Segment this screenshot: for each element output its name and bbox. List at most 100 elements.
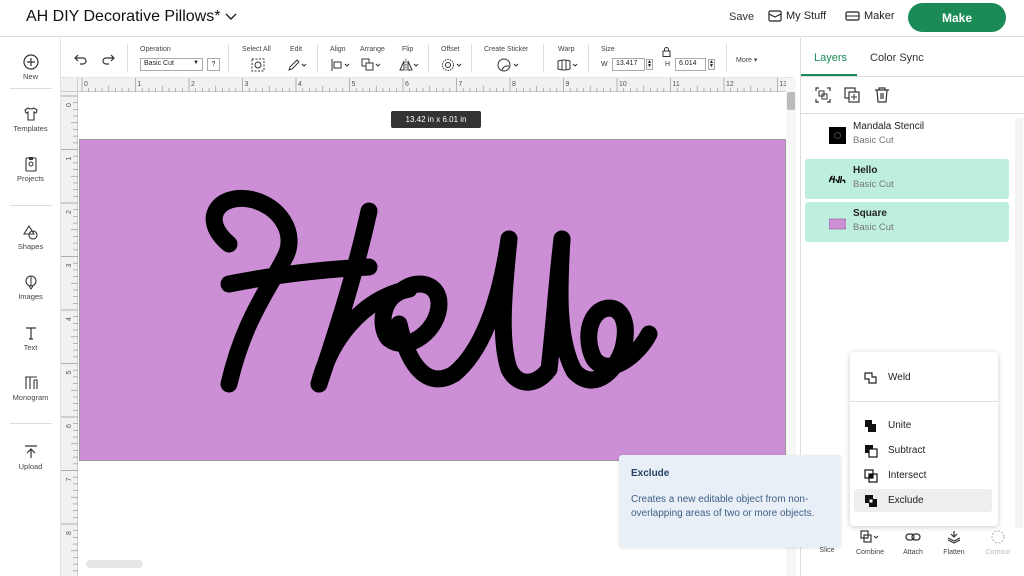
- scrollbar-thumb[interactable]: [787, 92, 795, 110]
- ruler-number: 8: [66, 531, 73, 535]
- canvas-horizontal-scrollbar[interactable]: [86, 560, 143, 568]
- my-stuff-button[interactable]: My Stuff: [768, 10, 826, 22]
- offset-icon[interactable]: [441, 58, 463, 72]
- text-button[interactable]: Text: [0, 325, 61, 352]
- contour-button[interactable]: Contour: [978, 530, 1018, 556]
- upload-button[interactable]: Upload: [0, 444, 61, 471]
- menu-item-unite[interactable]: Unite: [854, 414, 992, 437]
- undo-icon[interactable]: [74, 53, 88, 65]
- ruler-number: 11: [673, 81, 680, 88]
- layer-row-square[interactable]: Square Basic Cut: [805, 202, 1009, 242]
- layers-divider: [801, 113, 1024, 114]
- size-tooltip: 13.42 in x 6.01 in: [391, 111, 481, 128]
- ruler-number: 10: [619, 81, 627, 88]
- combine-dropdown-menu: Weld Unite Subtract Intersect Exclude: [850, 352, 998, 526]
- align-label: Align: [330, 46, 346, 53]
- maker-button[interactable]: Maker: [845, 10, 895, 22]
- redo-icon[interactable]: [101, 53, 115, 65]
- ruler-number: 1: [138, 81, 142, 88]
- monogram-button[interactable]: Monogram: [0, 375, 61, 402]
- warp-label: Warp: [558, 46, 575, 53]
- slice-button[interactable]: Slice: [807, 530, 847, 554]
- ruler-number: 7: [459, 81, 463, 88]
- toolbar-divider: [726, 44, 727, 72]
- menu-item-exclude[interactable]: Exclude: [854, 489, 992, 512]
- images-button[interactable]: Images: [0, 274, 61, 301]
- help-button[interactable]: ?: [207, 58, 220, 71]
- combine-button[interactable]: Combine: [850, 530, 890, 556]
- subtract-label: Subtract: [888, 445, 926, 456]
- operation-select[interactable]: Basic Cut ▼: [140, 58, 203, 71]
- width-input[interactable]: 13.417: [612, 58, 645, 71]
- edit-toolbar: Operation Basic Cut ▼ ? Select All Edit …: [61, 38, 794, 78]
- menu-item-subtract[interactable]: Subtract: [854, 439, 992, 462]
- tab-color-sync[interactable]: Color Sync: [870, 52, 924, 64]
- menu-item-intersect[interactable]: Intersect: [854, 464, 992, 487]
- width-stepper[interactable]: ▲ ▼: [646, 59, 653, 70]
- ruler-number: 2: [66, 210, 73, 214]
- trash-icon[interactable]: [873, 86, 891, 104]
- ruler-number: 9: [566, 81, 570, 88]
- sticker-icon[interactable]: [497, 58, 521, 72]
- align-icon[interactable]: [330, 58, 350, 72]
- layer-row-hello[interactable]: Hello Basic Cut: [805, 159, 1009, 199]
- folder-icon: [768, 10, 782, 22]
- exclude-icon: [865, 495, 877, 507]
- operation-label: Operation: [140, 46, 171, 53]
- slice-label: Slice: [819, 547, 835, 554]
- templates-button[interactable]: Templates: [0, 106, 61, 133]
- layer-name: Hello: [853, 165, 878, 176]
- ruler-number: 7: [66, 478, 73, 482]
- tooltip-description: Creates a new editable object from non-o…: [631, 494, 815, 519]
- tabs-divider: [801, 76, 1024, 77]
- attach-icon: [905, 533, 921, 541]
- shapes-button[interactable]: Shapes: [0, 224, 61, 251]
- rail-divider: [10, 88, 52, 89]
- projects-button[interactable]: Projects: [0, 156, 61, 183]
- rail-divider: [10, 205, 52, 206]
- edit-pen-icon[interactable]: [287, 58, 307, 72]
- machine-icon: [845, 11, 860, 21]
- weld-icon: [864, 372, 877, 384]
- ruler-number: 5: [66, 371, 73, 375]
- select-all-icon[interactable]: [251, 58, 265, 72]
- clipboard-icon: [24, 157, 37, 172]
- more-button[interactable]: More ▾: [736, 56, 757, 64]
- tab-layers[interactable]: Layers: [814, 52, 847, 64]
- ruler-number: 5: [352, 81, 356, 88]
- height-input[interactable]: 6.014: [675, 58, 706, 71]
- mandala-thumbnail-icon: [829, 127, 846, 144]
- height-stepper[interactable]: ▲ ▼: [708, 59, 715, 70]
- upload-icon: [24, 445, 37, 458]
- project-title[interactable]: AH DIY Decorative Pillows*: [26, 8, 220, 26]
- toolbar-divider: [228, 44, 229, 72]
- combine-label: Combine: [855, 549, 884, 556]
- duplicate-icon[interactable]: [843, 86, 861, 104]
- operation-value: Basic Cut: [144, 60, 174, 67]
- flip-icon[interactable]: [399, 58, 419, 72]
- attach-button[interactable]: Attach: [893, 530, 933, 556]
- layers-scrollbar[interactable]: [1015, 118, 1023, 528]
- new-button[interactable]: New: [0, 54, 61, 81]
- ruler-number: 4: [298, 81, 302, 88]
- group-icon[interactable]: [814, 86, 832, 104]
- layer-row-mandala[interactable]: Mandala Stencil Basic Cut: [805, 115, 1009, 155]
- chevron-down-icon[interactable]: [224, 10, 238, 24]
- flatten-button[interactable]: Flatten: [934, 530, 974, 556]
- combine-icon: [860, 530, 879, 543]
- toolbar-divider: [588, 44, 589, 72]
- arrange-icon[interactable]: [361, 58, 381, 72]
- toolbar-divider: [471, 44, 472, 72]
- unite-icon: [865, 420, 876, 432]
- square-thumbnail-icon: [829, 218, 846, 230]
- ruler-number: 2: [191, 81, 195, 88]
- layer-type: Basic Cut: [853, 222, 894, 233]
- warp-icon[interactable]: [557, 58, 579, 72]
- shapes-icon: [22, 224, 38, 240]
- make-button[interactable]: Make: [908, 3, 1006, 32]
- layer-type: Basic Cut: [853, 135, 894, 146]
- caret-down-icon: ▼: [193, 60, 199, 66]
- save-button[interactable]: Save: [729, 11, 754, 23]
- menu-item-weld[interactable]: Weld: [854, 366, 992, 389]
- lock-icon[interactable]: [662, 47, 671, 57]
